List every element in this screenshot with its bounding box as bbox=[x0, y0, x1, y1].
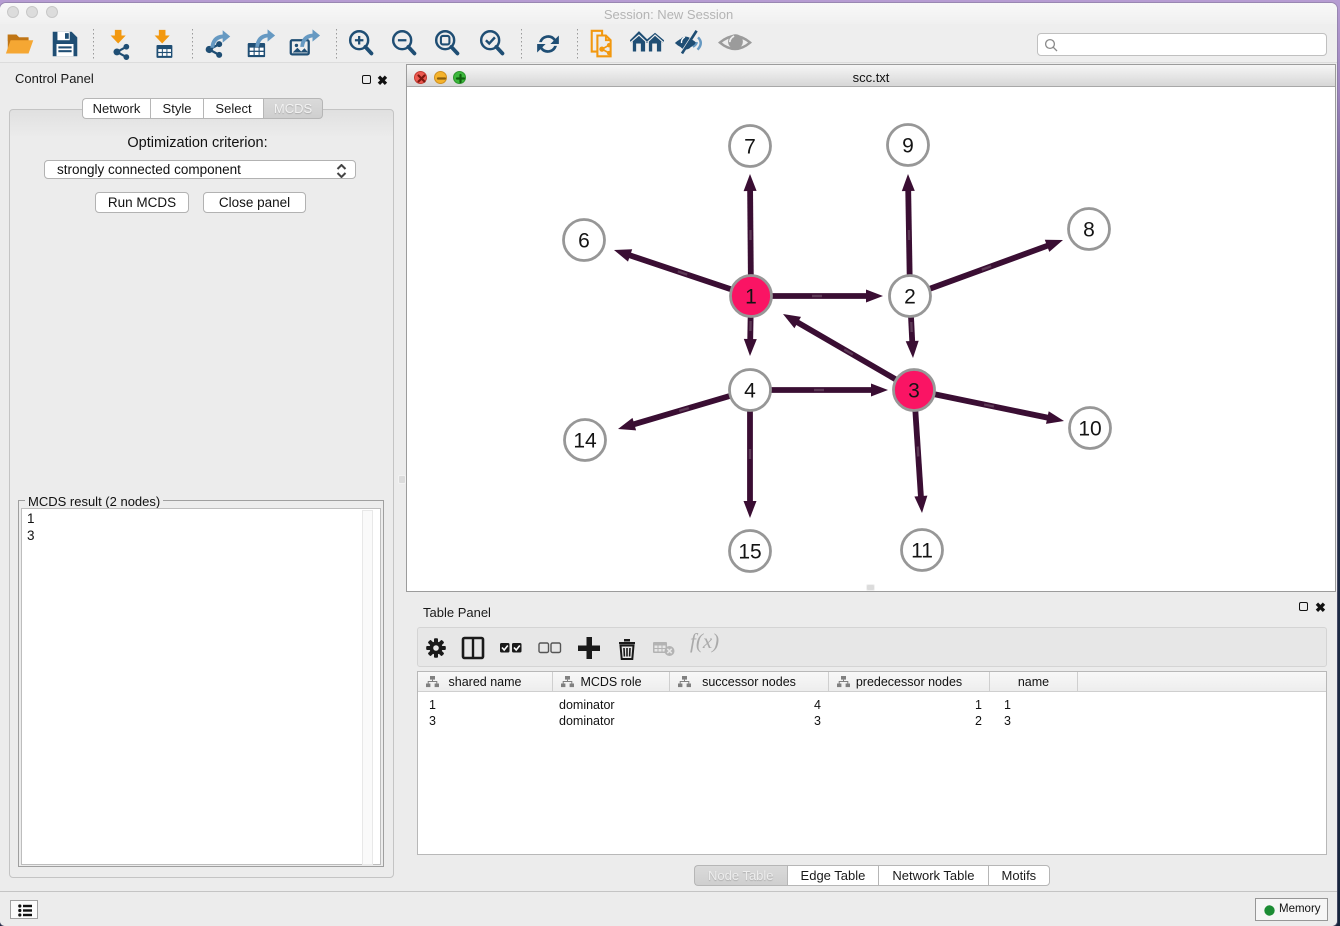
svg-text:1: 1 bbox=[745, 286, 757, 309]
svg-text:14: 14 bbox=[573, 430, 597, 453]
svg-text:3: 3 bbox=[908, 380, 920, 403]
svg-text:7: 7 bbox=[744, 136, 756, 159]
svg-text:4: 4 bbox=[744, 380, 756, 403]
svg-text:10: 10 bbox=[1078, 418, 1101, 441]
svg-text:8: 8 bbox=[1083, 219, 1095, 242]
svg-text:9: 9 bbox=[902, 135, 914, 158]
svg-text:11: 11 bbox=[911, 540, 933, 563]
svg-text:15: 15 bbox=[738, 541, 761, 564]
svg-text:2: 2 bbox=[904, 286, 916, 309]
svg-text:6: 6 bbox=[578, 230, 590, 253]
